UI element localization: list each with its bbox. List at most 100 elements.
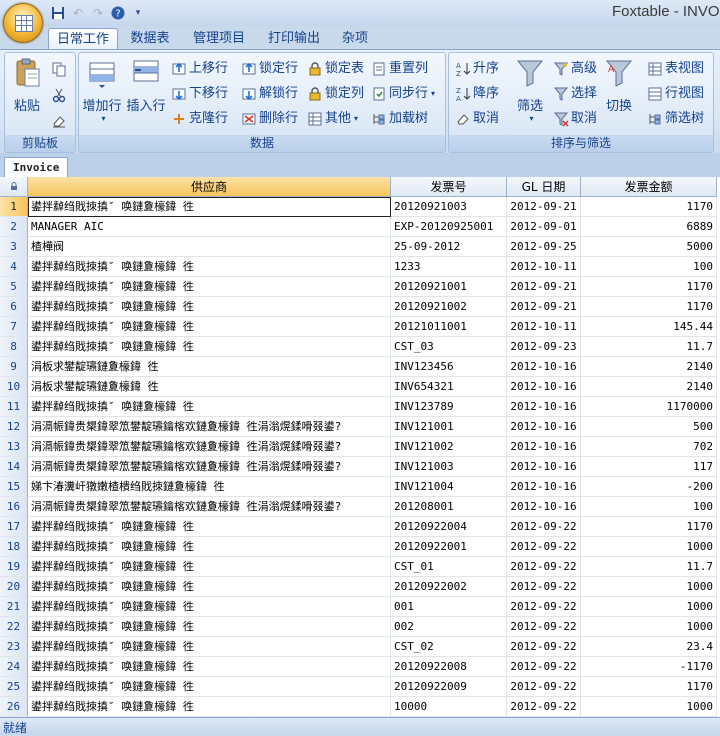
- table-row[interactable]: 11 鍙拌繛绉戝拺搷″ 唤鏈夐檺鍏 徃 INV123789 2012-10-16 117…: [0, 397, 717, 417]
- gl-date-cell[interactable]: 2012-09-22: [507, 697, 581, 717]
- amount-cell[interactable]: 1000: [581, 597, 717, 617]
- amount-cell[interactable]: 145.44: [581, 317, 717, 337]
- tab-data-table[interactable]: 数据表: [124, 28, 176, 50]
- invoice-no-cell[interactable]: INV654321: [391, 377, 507, 397]
- table-row[interactable]: 14 涓滆帪鍏贵槼鍏翠笟鐢靛瓙鑰楁欢鏈夐檺鍏 徃涓滃熀鍒嗗叕鍙? INV121003…: [0, 457, 717, 477]
- supplier-cell[interactable]: 鍙拌繛绉戝拺搷″ 唤鏈夐檺鍏 徃: [28, 337, 391, 357]
- gl-date-cell[interactable]: 2012-09-22: [507, 577, 581, 597]
- supplier-cell[interactable]: MANAGER AIC: [28, 217, 391, 237]
- amount-cell[interactable]: 100: [581, 257, 717, 277]
- supplier-cell[interactable]: 鍙拌繛绉戝拺搷″ 唤鏈夐檺鍏 徃: [28, 517, 391, 537]
- invoice-no-cell[interactable]: INV121001: [391, 417, 507, 437]
- row-number[interactable]: 2: [0, 217, 28, 237]
- supplier-cell[interactable]: 涓滆帪鍏贵槼鍏翠笟鐢靛瓙鑰楁欢鏈夐檺鍏 徃涓滃熀鍒嗗叕鍙?: [28, 497, 391, 517]
- row-number[interactable]: 3: [0, 237, 28, 257]
- gl-date-cell[interactable]: 2012-10-16: [507, 497, 581, 517]
- table-row[interactable]: 2 MANAGER AIC EXP-20120925001 2012-09-01 688…: [0, 217, 717, 237]
- gl-date-cell[interactable]: 2012-10-16: [507, 397, 581, 417]
- amount-cell[interactable]: 1170: [581, 677, 717, 697]
- invoice-no-cell[interactable]: 20121011001: [391, 317, 507, 337]
- supplier-cell[interactable]: 娣卞湷瀵屽獤嫩楂樻绉戝拺鏈夐檺鍏 徃: [28, 477, 391, 497]
- move-row-down-button[interactable]: 下移行: [171, 84, 228, 104]
- add-row-button[interactable]: 增加行 ▾: [81, 57, 123, 123]
- help-icon[interactable]: ?: [110, 5, 126, 21]
- table-row[interactable]: 1 鍙拌繛绉戝拺搷″ 唤鏈夐檺鍏 徃 20120921003 2012-09-21 11…: [0, 197, 717, 217]
- table-row[interactable]: 18 鍙拌繛绉戝拺搷″ 唤鏈夐檺鍏 徃 20120922001 2012-09-22 1…: [0, 537, 717, 557]
- gl-date-cell[interactable]: 2012-09-21: [507, 277, 581, 297]
- supplier-cell[interactable]: 涓板求鐢靛瓙鏈夐檺鍏 徃: [28, 377, 391, 397]
- invoice-no-cell[interactable]: INV121003: [391, 457, 507, 477]
- table-row[interactable]: 12 涓滆帪鍏贵槼鍏翠笟鐢靛瓙鑰楁欢鏈夐檺鍏 徃涓滃熀鍒嗗叕鍙? INV121001…: [0, 417, 717, 437]
- invoice-no-cell[interactable]: INV121004: [391, 477, 507, 497]
- other-button[interactable]: 其他 ▾: [307, 109, 358, 129]
- gl-date-cell[interactable]: 2012-09-22: [507, 657, 581, 677]
- amount-cell[interactable]: 1170: [581, 277, 717, 297]
- table-row[interactable]: 19 鍙拌繛绉戝拺搷″ 唤鏈夐檺鍏 徃 CST_01 2012-09-22 11.7: [0, 557, 717, 577]
- tab-misc[interactable]: 杂项: [336, 28, 374, 50]
- data-grid[interactable]: 供应商 发票号 GL 日期 发票金额 1 鍙拌繛绉戝拺搷″ 唤鏈夐檺鍏 徃 2012…: [0, 177, 720, 717]
- supplier-cell[interactable]: 楂樺阀: [28, 237, 391, 257]
- row-number[interactable]: 10: [0, 377, 28, 397]
- cut-button[interactable]: [51, 85, 69, 105]
- row-number[interactable]: 16: [0, 497, 28, 517]
- supplier-cell[interactable]: 涓板求鐢靛瓙鏈夐檺鍏 徃: [28, 357, 391, 377]
- table-row[interactable]: 24 鍙拌繛绉戝拺搷″ 唤鏈夐檺鍏 徃 20120922008 2012-09-22-…: [0, 657, 717, 677]
- row-number[interactable]: 6: [0, 297, 28, 317]
- select-filter-button[interactable]: 选择: [553, 84, 597, 104]
- table-row[interactable]: 25 鍙拌繛绉戝拺搷″ 唤鏈夐檺鍏 徃 20120922009 2012-09-22 1…: [0, 677, 717, 697]
- amount-cell[interactable]: 6889: [581, 217, 717, 237]
- redo-icon[interactable]: ↷: [90, 5, 106, 21]
- invoice-no-cell[interactable]: INV123789: [391, 397, 507, 417]
- invoice-no-cell[interactable]: 20120922008: [391, 657, 507, 677]
- row-view-button[interactable]: 行视图: [647, 84, 704, 104]
- amount-cell[interactable]: 100: [581, 497, 717, 517]
- gl-date-cell[interactable]: 2012-09-25: [507, 237, 581, 257]
- save-icon[interactable]: [50, 5, 66, 21]
- table-row[interactable]: 16 涓滆帪鍏贵槼鍏翠笟鐢靛瓙鑰楁欢鏈夐檺鍏 徃涓滃熀鍒嗗叕鍙? 201208001…: [0, 497, 717, 517]
- row-number[interactable]: 13: [0, 437, 28, 457]
- invoice-no-cell[interactable]: 001: [391, 597, 507, 617]
- gl-date-cell[interactable]: 2012-10-16: [507, 417, 581, 437]
- invoice-no-cell[interactable]: 10000: [391, 697, 507, 717]
- delete-row-button[interactable]: 删除行: [241, 109, 298, 129]
- supplier-cell[interactable]: 涓滆帪鍏贵槼鍏翠笟鐢靛瓙鑰楁欢鏈夐檺鍏 徃涓滃熀鍒嗗叕鍙?: [28, 457, 391, 477]
- row-number[interactable]: 24: [0, 657, 28, 677]
- table-row[interactable]: 13 涓滆帪鍏贵槼鍏翠笟鐢靛瓙鑰楁欢鏈夐檺鍏 徃涓滃熀鍒嗗叕鍙? INV121002…: [0, 437, 717, 457]
- supplier-cell[interactable]: 鍙拌繛绉戝拺搷″ 唤鏈夐檺鍏 徃: [28, 617, 391, 637]
- clone-row-button[interactable]: 克隆行: [171, 109, 228, 129]
- invoice-no-cell[interactable]: 20120922002: [391, 577, 507, 597]
- move-row-up-button[interactable]: 上移行: [171, 59, 228, 79]
- gl-date-cell[interactable]: 2012-09-22: [507, 637, 581, 657]
- gl-date-cell[interactable]: 2012-09-22: [507, 517, 581, 537]
- gl-date-cell[interactable]: 2012-10-16: [507, 457, 581, 477]
- amount-cell[interactable]: 1170: [581, 517, 717, 537]
- supplier-cell[interactable]: 鍙拌繛绉戝拺搷″ 唤鏈夐檺鍏 徃: [28, 197, 391, 217]
- invoice-no-cell[interactable]: INV123456: [391, 357, 507, 377]
- format-painter-button[interactable]: [51, 111, 69, 131]
- row-number[interactable]: 1: [0, 197, 28, 217]
- row-number[interactable]: 20: [0, 577, 28, 597]
- amount-cell[interactable]: 500: [581, 417, 717, 437]
- invoice-no-cell[interactable]: CST_03: [391, 337, 507, 357]
- gl-date-cell[interactable]: 2012-10-11: [507, 317, 581, 337]
- amount-cell[interactable]: 2140: [581, 377, 717, 397]
- gl-date-cell[interactable]: 2012-10-16: [507, 377, 581, 397]
- copy-button[interactable]: [51, 59, 69, 79]
- row-number[interactable]: 21: [0, 597, 28, 617]
- select-all-corner[interactable]: [0, 177, 28, 197]
- filter-cancel-button[interactable]: 取消: [553, 109, 597, 129]
- row-number[interactable]: 23: [0, 637, 28, 657]
- amount-cell[interactable]: 11.7: [581, 557, 717, 577]
- supplier-cell[interactable]: 涓滆帪鍏贵槼鍏翠笟鐢靛瓙鑰楁欢鏈夐檺鍏 徃涓滃熀鍒嗗叕鍙?: [28, 417, 391, 437]
- table-row[interactable]: 3 楂樺阀 25-09-2012 2012-09-25 5000: [0, 237, 717, 257]
- supplier-cell[interactable]: 鍙拌繛绉戝拺搷″ 唤鏈夐檺鍏 徃: [28, 597, 391, 617]
- tab-manage-project[interactable]: 管理项目: [186, 28, 252, 50]
- invoice-no-cell[interactable]: 20120921003: [391, 197, 507, 217]
- gl-date-cell[interactable]: 2012-09-22: [507, 677, 581, 697]
- filter-tree-button[interactable]: 筛选树: [647, 109, 704, 129]
- gl-date-cell[interactable]: 2012-09-22: [507, 557, 581, 577]
- amount-cell[interactable]: -1170: [581, 657, 717, 677]
- row-number[interactable]: 9: [0, 357, 28, 377]
- table-row[interactable]: 23 鍙拌繛绉戝拺搷″ 唤鏈夐檺鍏 徃 CST_02 2012-09-22 23.4: [0, 637, 717, 657]
- table-row[interactable]: 6 鍙拌繛绉戝拺搷″ 唤鏈夐檺鍏 徃 20120921002 2012-09-21 11…: [0, 297, 717, 317]
